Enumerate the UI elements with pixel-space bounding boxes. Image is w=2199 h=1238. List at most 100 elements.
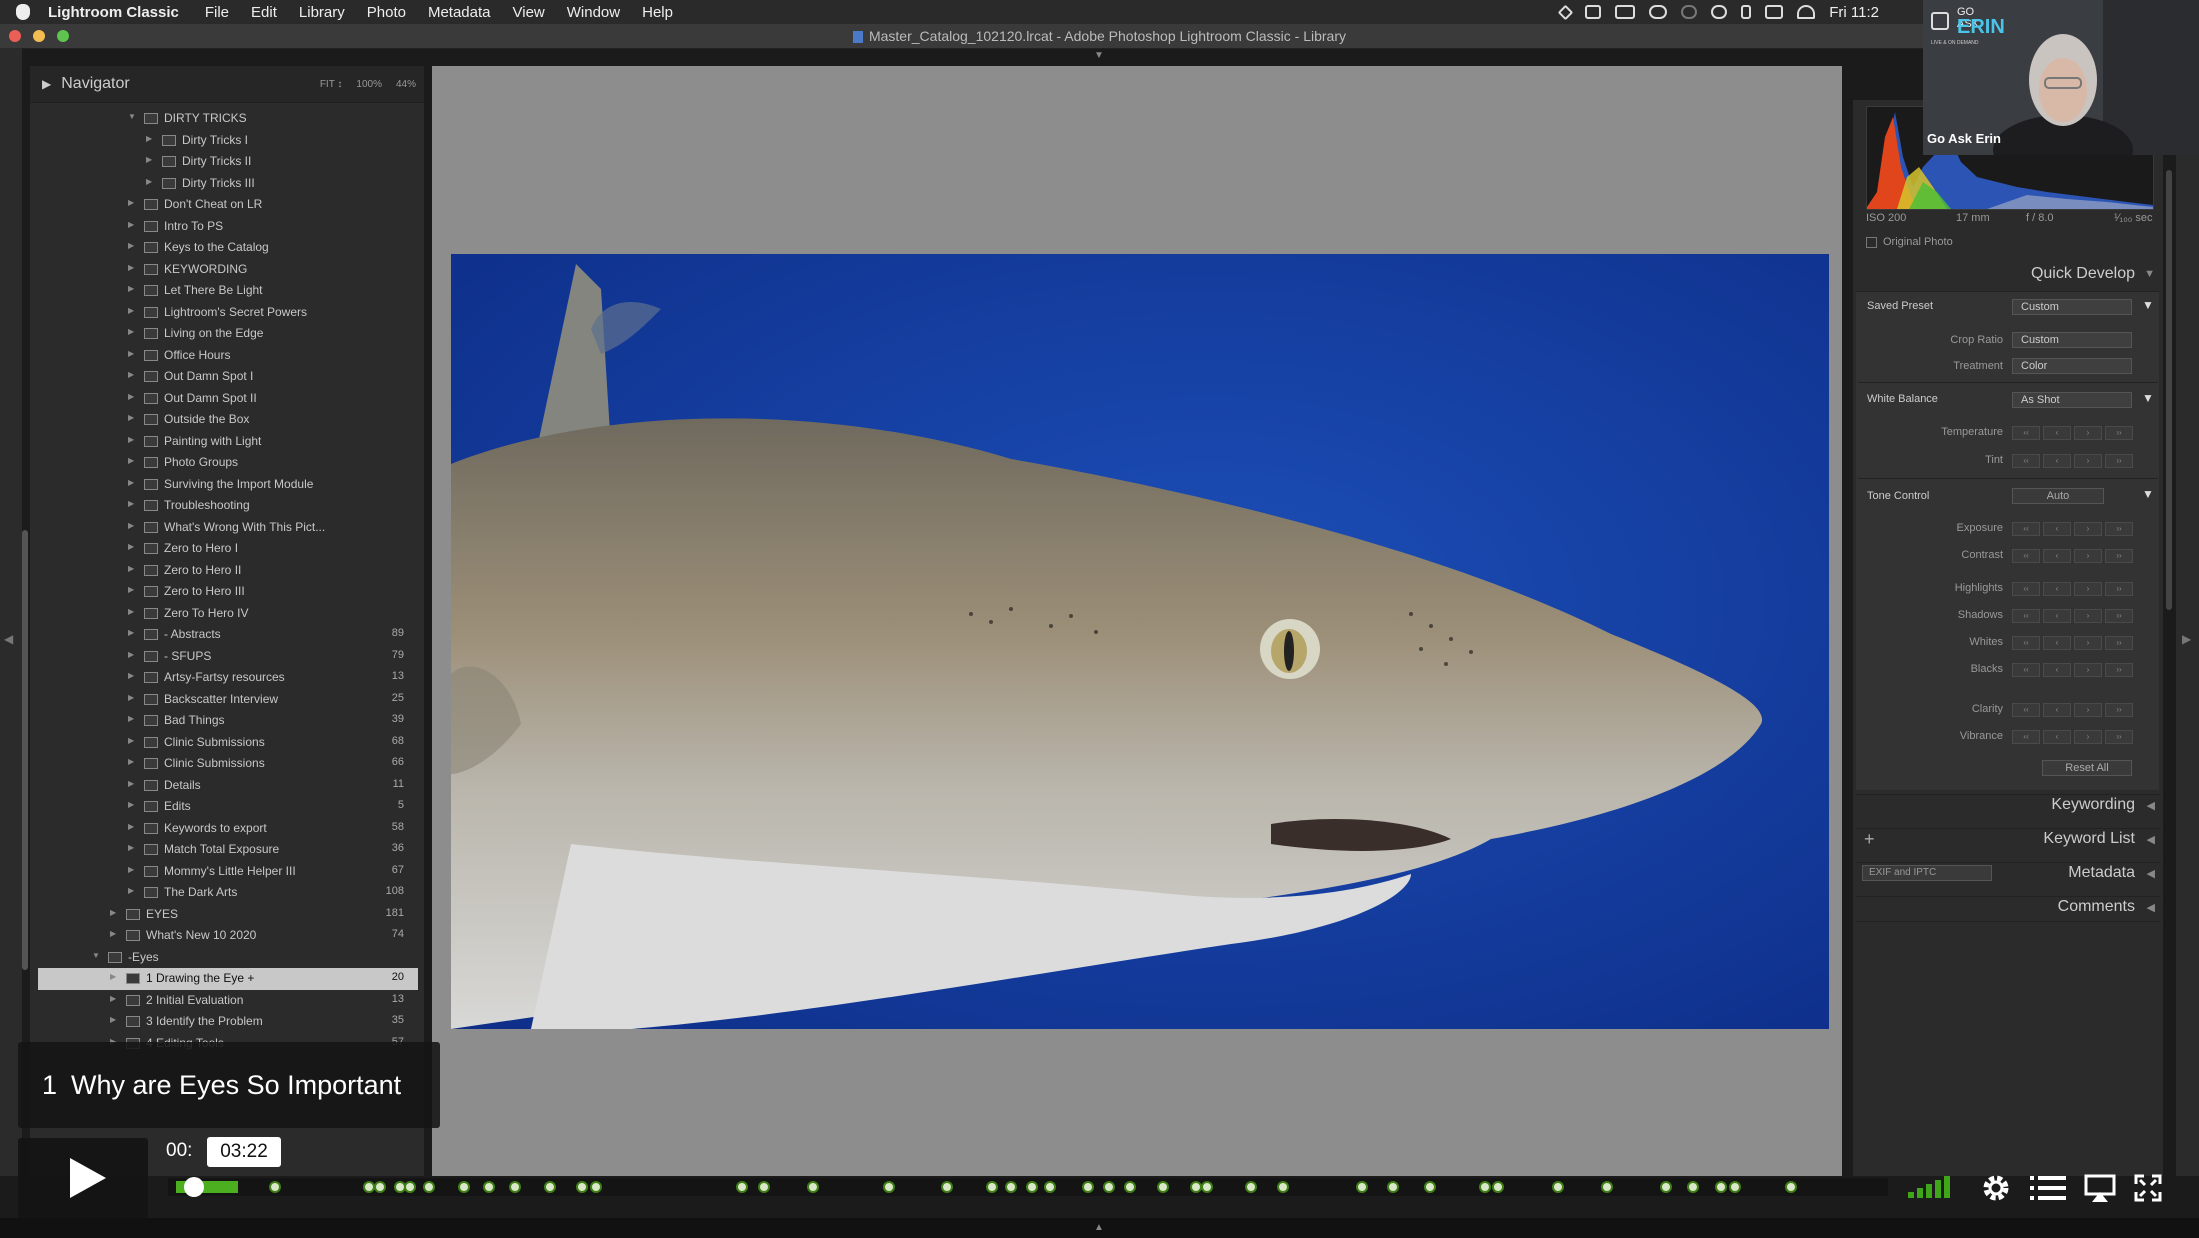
expand-arrow-icon[interactable]: ▶ [128, 241, 134, 250]
collection-row[interactable]: ▶ Office Hours [38, 345, 418, 367]
collection-row[interactable]: ▶ Keywords to export 58 [38, 818, 418, 840]
zoom-100[interactable]: 100% [356, 79, 382, 90]
collection-row[interactable]: ▶ 1 Drawing the Eye + 20 [38, 968, 418, 990]
collection-row[interactable]: ▶ 3 Identify the Problem 35 [38, 1011, 418, 1033]
exposure-buttons[interactable]: ‹‹ ‹ › ›› [2012, 522, 2133, 536]
chapter-marker[interactable] [1355, 1181, 1368, 1193]
expand-arrow-icon[interactable]: ▶ [128, 628, 134, 637]
menu-clock[interactable]: Fri 11:2 [1829, 4, 1879, 21]
clarity-buttons[interactable]: ‹‹ ‹ › ›› [2012, 703, 2133, 717]
navigator-toggle-icon[interactable]: ▶ [42, 77, 51, 91]
temperature-buttons[interactable]: ‹‹ ‹ › ›› [2012, 426, 2133, 440]
navigator-header[interactable]: ▶ Navigator FIT ↕ 100% 44% [30, 66, 424, 103]
chapter-marker[interactable] [1784, 1181, 1797, 1193]
creative-cloud-icon[interactable] [1649, 5, 1668, 19]
zoom-custom[interactable]: 44% [396, 79, 416, 90]
left-scrollbar[interactable] [22, 530, 28, 970]
expand-arrow-icon[interactable]: ▶ [110, 1015, 116, 1024]
menu-file[interactable]: File [205, 4, 229, 21]
collection-row[interactable]: ▶ Painting with Light [38, 431, 418, 453]
saved-preset-select[interactable]: Custom [2012, 299, 2132, 315]
collection-row[interactable]: ▶ Zero To Hero IV [38, 603, 418, 625]
close-window-icon[interactable] [9, 30, 21, 42]
chapter-marker[interactable] [1714, 1181, 1727, 1193]
collection-row[interactable]: ▶ KEYWORDING [38, 259, 418, 281]
chapters-list-icon[interactable] [2030, 1174, 2066, 1207]
chapter-marker[interactable] [940, 1181, 953, 1193]
chapter-marker[interactable] [1244, 1181, 1257, 1193]
saved-preset-toggle-icon[interactable]: ▼ [2142, 298, 2154, 312]
collection-row[interactable]: ▶ Surviving the Import Module [38, 474, 418, 496]
collection-row[interactable]: ▶ Troubleshooting [38, 495, 418, 517]
chapter-marker[interactable] [543, 1181, 556, 1193]
metadata-preset-select[interactable]: EXIF and IPTC [1862, 865, 1992, 881]
comments-collapse-icon[interactable]: ◀ [2147, 901, 2155, 914]
app-name-menu[interactable]: Lightroom Classic [48, 4, 179, 21]
collection-row[interactable]: ▼ -Eyes [38, 947, 418, 969]
chapter-marker[interactable] [1686, 1181, 1699, 1193]
expand-arrow-icon[interactable]: ▶ [128, 843, 134, 852]
collection-row[interactable]: ▶ Outside the Box [38, 409, 418, 431]
collection-row[interactable]: ▶ Zero to Hero II [38, 560, 418, 582]
crop-ratio-select[interactable]: Custom [2012, 332, 2132, 348]
menu-edit[interactable]: Edit [251, 4, 277, 21]
chapter-marker[interactable] [1728, 1181, 1741, 1193]
expand-arrow-icon[interactable]: ▶ [128, 564, 134, 573]
collection-row[interactable]: ▶ Backscatter Interview 25 [38, 689, 418, 711]
expand-arrow-icon[interactable]: ▶ [128, 800, 134, 809]
tray-app-icon[interactable] [1585, 5, 1602, 19]
shadows-buttons[interactable]: ‹‹ ‹ › ›› [2012, 609, 2133, 623]
expand-arrow-icon[interactable]: ▶ [146, 177, 152, 186]
collection-row[interactable]: ▶ EYES 181 [38, 904, 418, 926]
expand-arrow-icon[interactable]: ▶ [128, 650, 134, 659]
original-photo-checkbox[interactable] [1866, 237, 1877, 248]
shark-photo[interactable] [451, 254, 1829, 1029]
moon-icon[interactable] [1681, 5, 1698, 19]
collapse-arrow-icon[interactable]: ▼ [128, 112, 136, 121]
chapter-marker[interactable] [374, 1181, 387, 1193]
expand-arrow-icon[interactable]: ▶ [128, 435, 134, 444]
right-panel-toggle-icon[interactable]: ▶ [2182, 632, 2191, 646]
top-panel-toggle[interactable]: ▼ [1094, 50, 1104, 61]
left-panel-toggle-icon[interactable]: ◀ [4, 632, 13, 646]
seek-playhead[interactable] [184, 1177, 204, 1197]
comments-header[interactable]: Comments ◀ [1856, 896, 2161, 922]
auto-tone-button[interactable]: Auto [2012, 488, 2104, 504]
collection-row[interactable]: ▶ Living on the Edge [38, 323, 418, 345]
play-button[interactable] [18, 1138, 148, 1218]
collection-row[interactable]: ▶ Artsy-Fartsy resources 13 [38, 667, 418, 689]
collection-row[interactable]: ▶ Dirty Tricks III [38, 173, 418, 195]
expand-arrow-icon[interactable]: ▶ [128, 220, 134, 229]
apple-icon[interactable] [16, 4, 30, 20]
expand-arrow-icon[interactable]: ▶ [110, 994, 116, 1003]
quick-develop-collapse-icon[interactable]: ▼ [2144, 268, 2155, 280]
expand-arrow-icon[interactable]: ▶ [128, 370, 134, 379]
expand-arrow-icon[interactable]: ▶ [128, 413, 134, 422]
menu-photo[interactable]: Photo [367, 4, 406, 21]
expand-arrow-icon[interactable]: ▶ [128, 607, 134, 616]
collection-row[interactable]: ▶ Match Total Exposure 36 [38, 839, 418, 861]
collection-row[interactable]: ▶ Don't Cheat on LR [38, 194, 418, 216]
settings-gear-icon[interactable] [1980, 1172, 2012, 1209]
chapter-marker[interactable] [1491, 1181, 1504, 1193]
menu-help[interactable]: Help [642, 4, 673, 21]
collection-row[interactable]: ▶ Details 11 [38, 775, 418, 797]
collection-row[interactable]: ▶ Dirty Tricks II [38, 151, 418, 173]
expand-arrow-icon[interactable]: ▶ [128, 693, 134, 702]
expand-arrow-icon[interactable]: ▶ [128, 714, 134, 723]
expand-arrow-icon[interactable]: ▶ [128, 779, 134, 788]
collection-row[interactable]: ▶ What's Wrong With This Pict... [38, 517, 418, 539]
menu-view[interactable]: View [513, 4, 545, 21]
expand-arrow-icon[interactable]: ▶ [128, 456, 134, 465]
collection-row[interactable]: ▶ Mommy's Little Helper III 67 [38, 861, 418, 883]
expand-arrow-icon[interactable]: ▶ [128, 865, 134, 874]
collection-row[interactable]: ▶ What's New 10 2020 74 [38, 925, 418, 947]
collection-row[interactable]: ▶ 2 Initial Evaluation 13 [38, 990, 418, 1012]
airplay-icon[interactable] [1765, 5, 1784, 19]
screen-record-icon[interactable] [1615, 5, 1636, 19]
expand-arrow-icon[interactable]: ▶ [128, 327, 134, 336]
collection-row[interactable]: ▶ Zero to Hero I [38, 538, 418, 560]
reset-all-button[interactable]: Reset All [2042, 760, 2132, 776]
expand-arrow-icon[interactable]: ▶ [128, 822, 134, 831]
expand-arrow-icon[interactable]: ▶ [128, 284, 134, 293]
